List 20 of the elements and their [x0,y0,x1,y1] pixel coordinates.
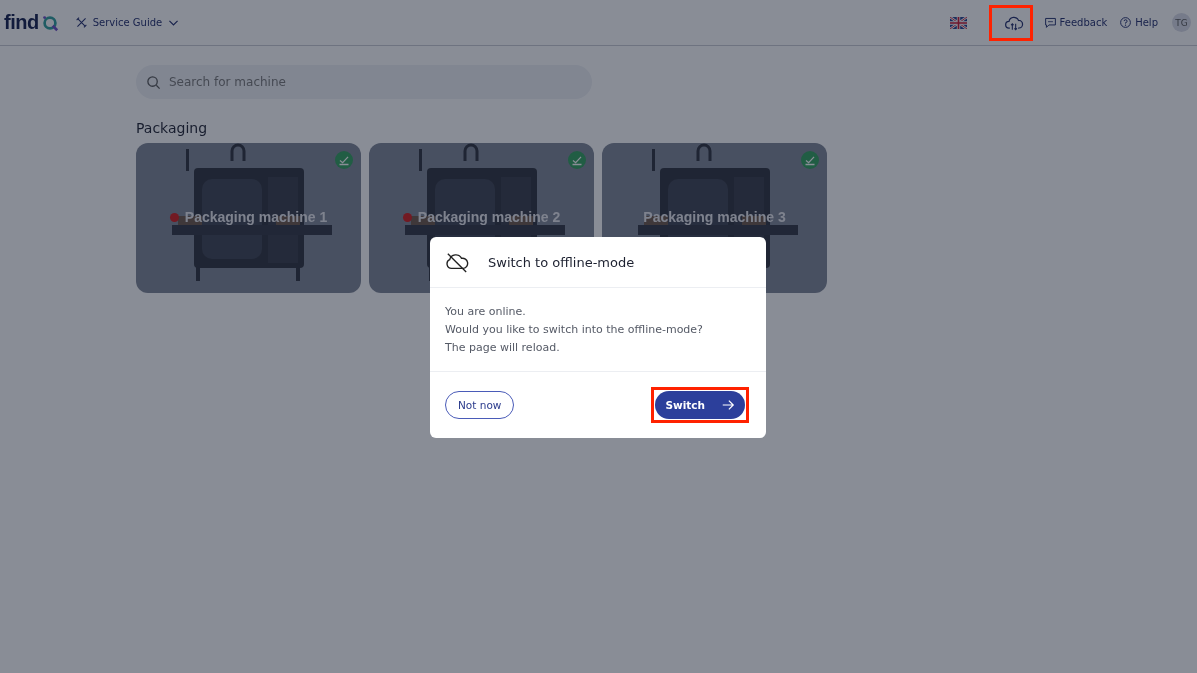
dialog-text: The page will reload. [445,340,561,356]
help-link[interactable]: Help [1119,16,1158,29]
help-icon [1119,16,1133,29]
switch-button[interactable]: Switch [655,391,745,419]
cloud-off-icon [444,251,470,273]
not-now-button[interactable]: Not now [445,391,515,419]
tools-icon [74,16,88,29]
dialog-text: Would you like to switch into the offline-mode? [445,322,704,338]
search-field[interactable]: Search for machine [136,65,592,99]
uk-flag-icon[interactable] [949,16,967,29]
chat-icon [1043,16,1057,29]
section-title: Packaging [136,120,209,136]
user-avatar[interactable]: TG [1172,13,1191,32]
product-menu[interactable]: Service Guide [72,14,183,31]
logo[interactable]: find [4,11,59,34]
arrow-right-icon [721,398,735,412]
feedback-link[interactable]: Feedback [1043,16,1108,29]
dialog-text: You are online. [445,304,527,320]
dialog-title: Switch to offline-mode [488,254,635,270]
search-icon [146,75,161,90]
